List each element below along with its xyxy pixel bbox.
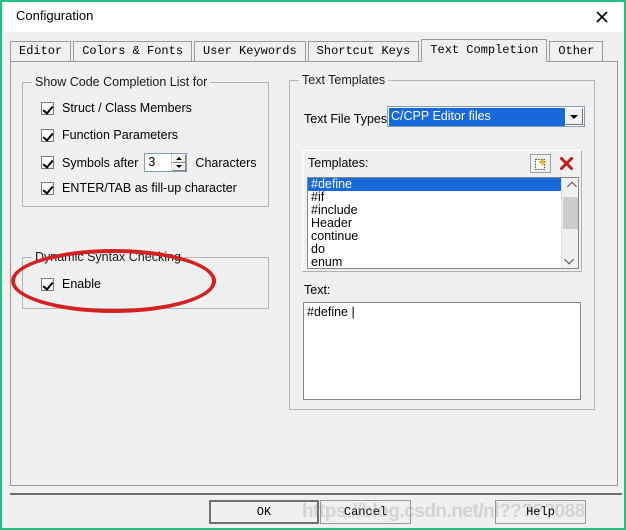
delete-template-icon[interactable] [556,154,577,173]
symbols-after-stepper[interactable]: 3 [144,153,188,172]
checkbox-row-function-parameters[interactable]: Function Parameters [41,128,178,142]
tab-shortcut-keys[interactable]: Shortcut Keys [307,41,420,62]
template-text-input[interactable]: #define | [303,302,581,400]
ok-button[interactable]: OK [209,500,319,524]
list-item[interactable]: #define [308,178,561,191]
templates-listbox-items: #define #if #include Header continue do … [308,178,561,268]
template-text-label: Text: [304,283,331,297]
close-icon[interactable] [588,6,616,28]
checkbox-enter-tab-fillup[interactable] [41,181,54,195]
text-file-types-select[interactable]: C/CPP Editor files [387,106,585,127]
templates-listbox[interactable]: #define #if #include Header continue do … [307,177,579,269]
tab-editor[interactable]: Editor [10,41,72,62]
chevron-down-icon[interactable] [562,251,578,268]
tab-colors-and-fonts[interactable]: Colors & Fonts [73,41,193,62]
chevron-up-icon[interactable] [562,178,578,195]
symbols-after-value[interactable]: 3 [145,154,172,171]
tab-other[interactable]: Other [549,41,604,62]
checkbox-label-enable-syntax-checking: Enable [62,277,101,291]
templates-label: Templates: [308,156,369,170]
checkbox-row-symbols-after[interactable]: Symbols after 3 Characters [41,153,257,172]
text-file-types-selected-value: C/CPP Editor files [389,107,565,126]
checkbox-row-enter-tab-fillup[interactable]: ENTER/TAB as fill-up character [41,181,237,195]
checkbox-enable-syntax-checking[interactable] [41,277,54,291]
dynamic-syntax-checking-group: Dynamic Syntax Checking Enable [22,250,269,309]
symbols-after-suffix-label: Characters [195,155,257,170]
text-file-types-label: Text File Types: [304,112,391,126]
symbols-after-stepper-buttons [171,154,187,171]
cancel-button[interactable]: Cancel [320,500,411,524]
checkbox-row-enable-syntax-checking[interactable]: Enable [41,277,101,291]
bottom-separator [10,493,622,495]
list-item[interactable]: enum [308,256,561,269]
checkbox-label-enter-tab-fillup: ENTER/TAB as fill-up character [62,181,237,195]
code-completion-group-title: Show Code Completion List for [32,75,211,89]
dynamic-syntax-checking-group-title: Dynamic Syntax Checking [32,250,184,264]
text-templates-group-title: Text Templates [299,73,389,87]
list-item[interactable]: do [308,243,561,256]
templates-scrollbar[interactable] [561,178,578,268]
tab-text-completion[interactable]: Text Completion [421,39,548,62]
checkbox-label-symbols-after: Symbols after [62,155,139,170]
templates-panel: Templates: #define #if #include Header c… [302,150,582,272]
checkbox-label-struct-class-members: Struct / Class Members [62,101,192,115]
chevron-down-icon[interactable] [565,108,583,125]
stepper-down-icon[interactable] [172,162,187,171]
tab-user-keywords[interactable]: User Keywords [194,41,306,62]
title-bar: Configuration [4,2,624,32]
stepper-up-icon[interactable] [172,154,187,163]
new-template-icon[interactable] [530,154,551,173]
scrollbar-thumb[interactable] [563,197,578,229]
configuration-dialog: Configuration Editor Colors & Fonts User… [0,0,626,530]
window-title: Configuration [16,8,94,23]
checkbox-symbols-after[interactable] [41,156,54,169]
tab-strip: Editor Colors & Fonts User Keywords Shor… [10,39,605,62]
checkbox-function-parameters[interactable] [41,128,54,142]
help-button[interactable]: Help [495,500,586,524]
checkbox-label-function-parameters: Function Parameters [62,128,179,142]
checkbox-row-struct-class-members[interactable]: Struct / Class Members [41,101,192,115]
list-item[interactable]: continue [308,230,561,243]
code-completion-group: Show Code Completion List for Struct / C… [22,75,269,207]
checkbox-struct-class-members[interactable] [41,101,54,115]
